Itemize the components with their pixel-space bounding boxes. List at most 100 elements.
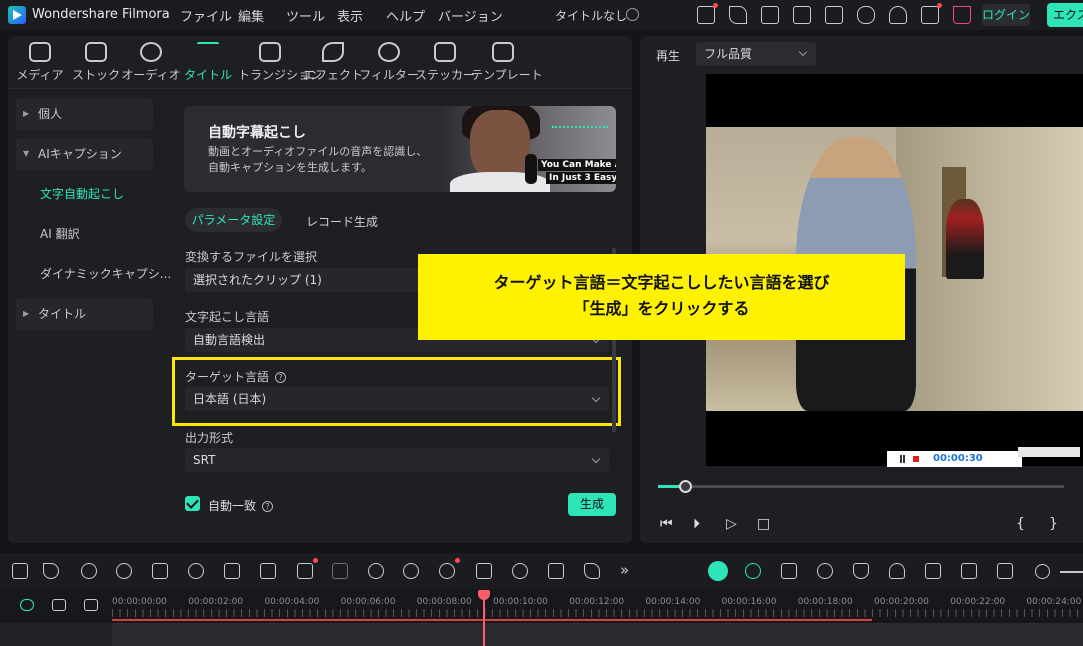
split-scissors-icon[interactable] (188, 563, 204, 579)
save-icon[interactable] (825, 6, 843, 24)
step-play-icon[interactable]: ⏵ (693, 516, 700, 532)
mark-out-icon[interactable]: } (1049, 516, 1058, 532)
playback-progress-track[interactable] (658, 485, 1064, 488)
fit-screen-icon[interactable] (548, 563, 564, 579)
render-preview-icon[interactable] (781, 563, 797, 579)
add-track-icon[interactable] (52, 599, 66, 611)
speed-icon[interactable] (368, 563, 384, 579)
media-icon (29, 42, 51, 62)
caret-down-icon: ▼ (23, 149, 30, 158)
color-icon[interactable] (403, 563, 419, 579)
stop-icon[interactable]: □ (757, 516, 770, 532)
music-note-icon (140, 42, 162, 62)
sidebar-item-ai-translate[interactable]: AI 翻訳 (16, 218, 153, 250)
auto-sync-icon[interactable] (745, 563, 761, 579)
effects-sparkle-icon (322, 42, 344, 62)
playback-progress-knob[interactable] (679, 480, 692, 493)
mask-icon[interactable] (332, 563, 348, 579)
tab-filters[interactable]: フィルター (357, 42, 421, 84)
tab-record-generation[interactable]: レコード生成 (306, 213, 378, 230)
quality-select[interactable]: フル品質 (696, 42, 816, 66)
sidebar-item-ai-caption[interactable]: ▼ AIキャプション (16, 138, 153, 170)
play-marker-icon[interactable] (817, 563, 833, 579)
auto-caption-banner[interactable]: 自動字幕起こし 動画とオーディオファイルの音声を認識し、自動キャプションを生成し… (184, 106, 616, 192)
select-arrow-icon[interactable] (43, 563, 59, 579)
tab-divider (8, 88, 632, 89)
text-icon[interactable] (260, 563, 276, 579)
tab-media[interactable]: メディア (8, 42, 72, 84)
tab-titles[interactable]: タイトル (176, 42, 240, 84)
cloud-upload-icon[interactable] (857, 6, 875, 24)
auto-match-checkbox[interactable] (185, 496, 200, 511)
shield-icon[interactable] (853, 563, 869, 579)
caret-right-icon: ▶ (23, 309, 30, 318)
menu-file[interactable]: ファイル (180, 6, 232, 25)
keyframe-icon[interactable] (584, 563, 600, 579)
headset-icon[interactable] (889, 6, 907, 24)
tab-templates[interactable]: テンプレート (471, 42, 543, 84)
banner-title: 自動字幕起こし (208, 125, 306, 141)
crop-icon[interactable] (224, 563, 240, 579)
export-button[interactable]: エクスポート (1047, 3, 1083, 27)
cart-icon[interactable] (953, 6, 971, 24)
microphone-icon[interactable] (889, 563, 905, 579)
tab-parameter-settings[interactable]: パラメータ設定 (185, 208, 282, 232)
generate-button[interactable]: 生成 (568, 493, 616, 516)
redo-icon[interactable] (116, 563, 132, 579)
sidebar-item-speech-to-text[interactable]: 文字自動起こし (16, 178, 153, 210)
zoom-slider[interactable] (1060, 571, 1083, 573)
fit-timeline-icon[interactable] (997, 563, 1013, 579)
caret-right-icon: ▶ (23, 109, 30, 118)
menu-tools[interactable]: ツール (286, 6, 325, 25)
gift-icon[interactable] (697, 3, 718, 24)
grid-layout-icon[interactable] (12, 563, 28, 579)
shape-icon[interactable] (297, 558, 318, 579)
playback-label: 再生 (656, 49, 681, 63)
ai-tools-icon[interactable] (439, 558, 460, 579)
sidebar-item-dynamic-caption[interactable]: ダイナミックキャプシ... (16, 258, 171, 290)
sidebar-item-personal[interactable]: ▶ 個人 (16, 98, 153, 130)
help-icon[interactable]: ? (262, 501, 274, 512)
layout-icon[interactable] (793, 6, 811, 24)
pause-icon (900, 455, 905, 463)
chevron-down-icon (591, 454, 601, 464)
ai-copilot-icon[interactable] (708, 561, 728, 581)
snapshot-icon[interactable] (961, 563, 977, 579)
file-select-label: 変換するファイルを選択 (185, 250, 318, 264)
target-language-highlight (172, 357, 621, 426)
send-icon[interactable] (729, 6, 747, 24)
sidebar-item-title[interactable]: ▶ タイトル (16, 298, 153, 330)
ruler-tick-label: 00:00:16:00 (721, 597, 777, 607)
audio-track-icon[interactable] (925, 563, 941, 579)
notes-icon[interactable] (761, 6, 779, 24)
play-icon[interactable]: ▷ (726, 516, 737, 532)
tab-transitions[interactable]: トランジション (238, 42, 322, 84)
edit-image-icon[interactable] (476, 563, 492, 579)
tab-audio[interactable]: オーディオ (119, 42, 183, 84)
tab-effects[interactable]: エフェクト (301, 42, 365, 84)
menu-version[interactable]: バージョン (438, 6, 503, 25)
menu-view[interactable]: 表示 (337, 6, 363, 25)
title-t-icon (197, 42, 219, 62)
ruler-scale (112, 609, 1083, 617)
ruler-tick-label: 00:00:08:00 (416, 597, 472, 607)
more-tools-icon[interactable]: » (620, 561, 629, 579)
timeline-track-area[interactable] (0, 623, 1083, 646)
apps-grid-icon[interactable] (921, 3, 942, 24)
menu-help[interactable]: ヘルプ (386, 6, 425, 25)
tab-stickers[interactable]: ステッカー (413, 42, 477, 84)
undo-icon[interactable] (81, 563, 97, 579)
delete-icon[interactable] (152, 563, 168, 579)
login-button[interactable]: ログイン (982, 4, 1030, 26)
link-icon[interactable] (20, 599, 34, 611)
timer-icon[interactable] (512, 563, 528, 579)
transition-icon (259, 42, 281, 62)
mark-in-icon[interactable]: { (1016, 516, 1025, 532)
menu-edit[interactable]: 編集 (238, 6, 264, 25)
instruction-callout: ターゲット言語＝文字起こししたい言語を選び 「生成」をクリックする (418, 254, 905, 340)
output-format-select[interactable]: SRT (185, 448, 609, 472)
previous-frame-icon[interactable]: ⏮ (660, 516, 673, 532)
zoom-out-icon[interactable] (1035, 564, 1050, 579)
track-manager-icon[interactable] (84, 599, 98, 611)
stt-language-label: 文字起こし言語 (185, 310, 270, 324)
